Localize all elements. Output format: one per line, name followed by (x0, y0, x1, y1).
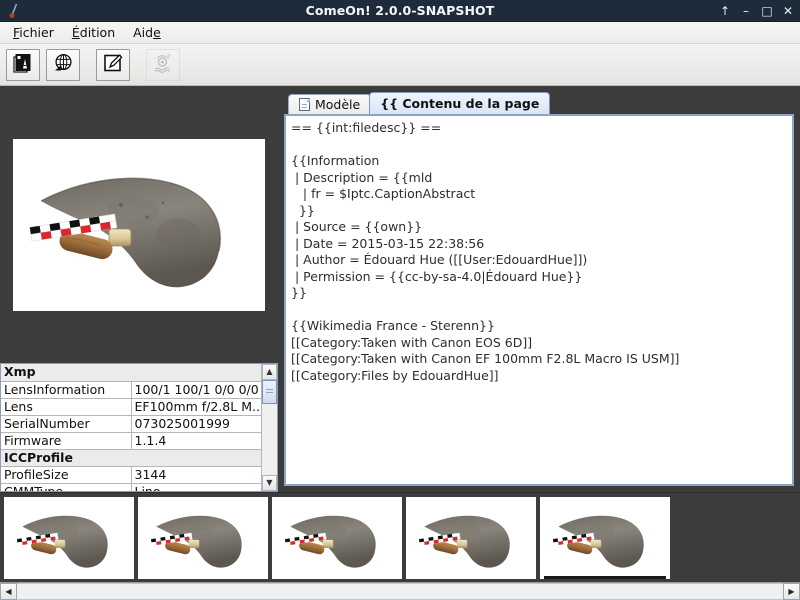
preview-image (13, 138, 265, 311)
left-panel: Xmp LensInformation 100/1 100/1 0/0 0/0 … (0, 86, 278, 492)
thumbnail-strip: ◀ ▶ (0, 492, 800, 600)
table-row[interactable]: CMMType Lino (1, 483, 261, 491)
thumbnail-1[interactable] (4, 497, 134, 579)
metadata-vertical-scrollbar[interactable]: ▲ ▼ (261, 364, 277, 491)
close-button[interactable]: ✕ (782, 5, 794, 17)
table-row[interactable]: Firmware 1.1.4 (1, 432, 261, 450)
metadata-panel: Xmp LensInformation 100/1 100/1 0/0 0/0 … (0, 363, 278, 492)
tab-contenu-page[interactable]: {{ Contenu de la page (369, 92, 551, 114)
menu-fichier-label: ichier (19, 24, 54, 40)
image-preview-panel[interactable] (0, 86, 278, 363)
wikitext-editor[interactable]: == {{int:filedesc}} == {{Information | D… (284, 114, 794, 486)
metadata-value: 1.1.4 (131, 432, 261, 450)
metadata-key: LensInformation (1, 381, 132, 399)
menu-fichier[interactable]: Fichier (6, 23, 61, 43)
scroll-left-arrow-icon[interactable]: ◀ (0, 583, 17, 600)
metadata-value: 3144 (131, 466, 261, 484)
shade-button[interactable]: ↑ (719, 5, 731, 17)
menu-edition-label: dition (79, 24, 116, 40)
thumbnail-5[interactable] (540, 497, 670, 579)
window-title: ComeOn! 2.0.0-SNAPSHOT (305, 2, 495, 18)
metadata-value: 073025001999 (131, 415, 261, 433)
metadata-value: EF100mm f/2.8L M... (131, 398, 261, 416)
table-row[interactable]: Lens EF100mm f/2.8L M... (1, 398, 261, 416)
pencil-edit-icon (102, 52, 124, 78)
thumbnail-scrollbar-track[interactable] (17, 583, 783, 600)
upload-button[interactable] (46, 48, 80, 81)
document-icon (299, 98, 310, 111)
scrollbar-track[interactable] (262, 380, 277, 475)
photos-icon (12, 52, 34, 78)
menu-aide-mnemonic: e (153, 24, 161, 40)
minimize-button[interactable]: – (740, 5, 752, 17)
tab-contenu-page-label: {{ Contenu de la page (380, 96, 540, 111)
table-row-section: ICCProfile (1, 449, 261, 467)
globe-upload-icon (52, 52, 74, 78)
menu-edition[interactable]: Édition (65, 23, 122, 43)
window-controls: ↑ – □ ✕ (719, 5, 794, 17)
question-disabled-icon: ? (152, 52, 174, 78)
metadata-key: Firmware (1, 432, 132, 450)
svg-text:?: ? (167, 53, 171, 61)
metadata-key: ProfileSize (1, 466, 132, 484)
metadata-table[interactable]: Xmp LensInformation 100/1 100/1 0/0 0/0 … (1, 364, 261, 491)
metadata-key: CMMType (1, 483, 132, 491)
maximize-button[interactable]: □ (761, 5, 773, 17)
thumbnail-horizontal-scrollbar[interactable]: ◀ ▶ (0, 582, 800, 600)
scrollbar-thumb[interactable] (262, 380, 277, 404)
pin-icon (4, 0, 26, 22)
thumbnail-4[interactable] (406, 497, 536, 579)
table-row[interactable]: SerialNumber 073025001999 (1, 415, 261, 433)
edit-button[interactable] (96, 48, 130, 81)
toolbar: ? (0, 44, 800, 86)
table-row-section: Xmp (1, 364, 261, 382)
metadata-section-label: ICCProfile (1, 449, 261, 467)
main-body: Xmp LensInformation 100/1 100/1 0/0 0/0 … (0, 86, 800, 492)
menu-aide-label: Aid (133, 24, 154, 40)
application-window: ComeOn! 2.0.0-SNAPSHOT ↑ – □ ✕ Fichier É… (0, 0, 800, 600)
table-row[interactable]: LensInformation 100/1 100/1 0/0 0/0 (1, 381, 261, 399)
metadata-key: Lens (1, 398, 132, 416)
help-wizard-button: ? (146, 48, 180, 81)
metadata-value: 100/1 100/1 0/0 0/0 (131, 381, 261, 399)
menu-aide[interactable]: Aide (126, 23, 168, 43)
metadata-value: Lino (131, 483, 261, 491)
tab-modele[interactable]: Modèle (288, 94, 372, 114)
scroll-up-arrow-icon[interactable]: ▲ (262, 364, 277, 380)
add-photos-button[interactable] (6, 48, 40, 81)
thumbnail-list (0, 493, 800, 582)
thumbnail-2[interactable] (138, 497, 268, 579)
scroll-down-arrow-icon[interactable]: ▼ (262, 475, 277, 491)
thumbnail-3[interactable] (272, 497, 402, 579)
metadata-rows: Xmp LensInformation 100/1 100/1 0/0 0/0 … (1, 364, 261, 491)
table-row[interactable]: ProfileSize 3144 (1, 466, 261, 484)
tab-modele-label: Modèle (315, 97, 361, 112)
menu-edition-mnemonic: É (71, 24, 80, 40)
menu-bar: Fichier Édition Aide (0, 22, 800, 44)
right-panel: Modèle {{ Contenu de la page == {{int:fi… (284, 86, 800, 492)
tab-bar: Modèle {{ Contenu de la page (284, 92, 794, 114)
scroll-right-arrow-icon[interactable]: ▶ (783, 583, 800, 600)
wikitext-content[interactable]: == {{int:filedesc}} == {{Information | D… (291, 120, 787, 384)
title-bar: ComeOn! 2.0.0-SNAPSHOT ↑ – □ ✕ (0, 0, 800, 22)
metadata-key: SerialNumber (1, 415, 132, 433)
metadata-section-label: Xmp (1, 364, 261, 382)
